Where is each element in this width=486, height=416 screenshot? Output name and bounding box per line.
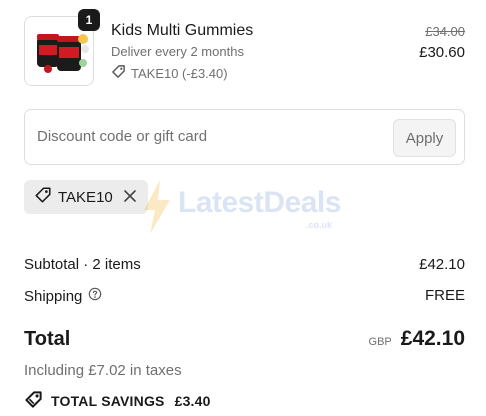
close-icon[interactable] bbox=[122, 188, 138, 204]
original-price: £34.00 bbox=[425, 24, 465, 39]
total-value: £42.10 bbox=[400, 327, 465, 350]
savings-label: TOTAL SAVINGS bbox=[51, 393, 165, 409]
apply-button[interactable]: Apply bbox=[393, 119, 456, 157]
tag-icon bbox=[111, 64, 126, 82]
product-discount-label: TAKE10 (-£3.40) bbox=[131, 65, 228, 81]
watermark-text: LatestDeals bbox=[178, 186, 341, 219]
subscription-frequency: Deliver every 2 months bbox=[111, 44, 244, 59]
shipping-label: Shipping bbox=[24, 287, 83, 305]
tag-icon bbox=[34, 186, 52, 208]
line-item: 1 Kids Multi Gummies Deliver every 2 mon… bbox=[24, 9, 465, 86]
quantity-badge: 1 bbox=[78, 9, 100, 31]
total-label: Total bbox=[24, 328, 71, 350]
applied-discount-chip: TAKE10 bbox=[24, 180, 148, 214]
shipping-row: Shipping FREE bbox=[24, 287, 465, 305]
savings-value: £3.40 bbox=[174, 393, 211, 409]
watermark: LatestDeals .co.uk bbox=[140, 180, 350, 236]
product-title: Kids Multi Gummies bbox=[111, 22, 254, 39]
savings-tag-icon bbox=[24, 390, 43, 412]
total-savings: TOTAL SAVINGS £3.40 bbox=[24, 390, 211, 412]
taxes-note: Including £7.02 in taxes bbox=[24, 362, 182, 379]
shipping-value: FREE bbox=[424, 287, 465, 304]
discount-input[interactable]: Discount code or gift card bbox=[37, 128, 207, 145]
currency-code: GBP bbox=[368, 336, 392, 348]
subtotal-row: Subtotal · 2 items £42.10 bbox=[24, 256, 465, 273]
total-amount: GBP £42.10 bbox=[369, 327, 465, 351]
product-discount: TAKE10 (-£3.40) bbox=[111, 64, 228, 82]
subtotal-label: Subtotal · 2 items bbox=[24, 256, 141, 273]
product-price: £30.60 bbox=[419, 44, 465, 61]
discount-field[interactable]: Discount code or gift card Apply bbox=[24, 109, 465, 165]
applied-code-label: TAKE10 bbox=[58, 188, 113, 206]
watermark-sub: .co.uk bbox=[306, 220, 333, 230]
subtotal-value: £42.10 bbox=[419, 256, 465, 273]
help-icon[interactable] bbox=[88, 287, 102, 305]
